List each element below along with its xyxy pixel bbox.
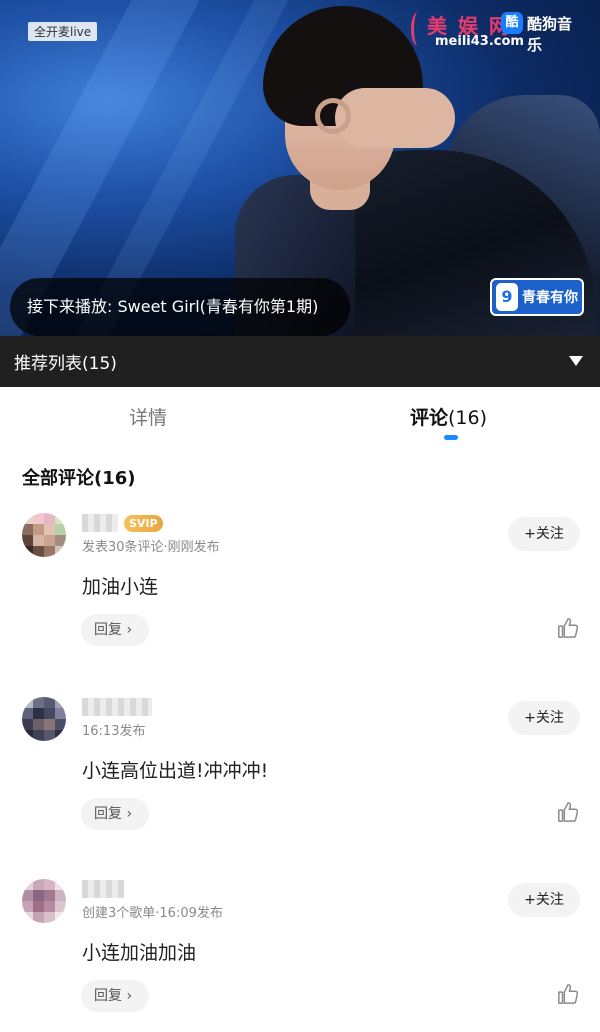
comment-text: 加油小连 xyxy=(82,576,159,598)
video-player[interactable]: 全开麦live 美 娱 网 meili43.com 酷 酷狗音乐 9 青春有你 … xyxy=(0,0,600,336)
tab-comments-label: 评论 xyxy=(410,407,449,429)
follow-button[interactable]: +关注 xyxy=(508,883,580,917)
comment-text: 小连加油加油 xyxy=(82,942,197,964)
tab-comments[interactable]: 评论(16) xyxy=(410,403,487,430)
svip-badge: SVIP xyxy=(124,515,163,532)
chevron-right-icon: › xyxy=(126,988,133,1004)
follow-button[interactable]: +关注 xyxy=(508,517,580,551)
comment-text: 小连高位出道!冲冲冲! xyxy=(82,760,269,782)
reply-label: 回复 xyxy=(94,622,122,638)
comment-item: 16:13发布 +关注 小连高位出道!冲冲冲! 回复 › xyxy=(0,697,600,857)
reply-label: 回复 xyxy=(94,988,122,1004)
avatar[interactable] xyxy=(22,879,66,923)
watermark-app-name: 酷狗音乐 xyxy=(527,15,573,54)
thumbs-up-icon[interactable] xyxy=(557,983,579,1005)
comment-meta: 16:13发布 xyxy=(82,724,146,739)
thumbs-up-icon[interactable] xyxy=(557,617,579,639)
reply-button[interactable]: 回复 › xyxy=(81,798,149,830)
show-logo: 9 青春有你 xyxy=(490,278,584,316)
username-redacted[interactable] xyxy=(82,514,118,532)
avatar[interactable] xyxy=(22,513,66,557)
username-redacted[interactable] xyxy=(82,880,124,898)
avatar[interactable] xyxy=(22,697,66,741)
reply-button[interactable]: 回复 › xyxy=(81,614,149,646)
comment-item: SVIP 发表30条评论·刚刚发布 +关注 加油小连 回复 › xyxy=(0,513,600,673)
username-redacted[interactable] xyxy=(82,698,152,716)
kugou-logo-icon: 酷 xyxy=(501,12,523,34)
watermark: 美 娱 网 meili43.com 酷 酷狗音乐 xyxy=(411,10,586,54)
comment-item: 创建3个歌单·16:09发布 +关注 小连加油加油 回复 › xyxy=(0,879,600,1032)
next-up-label: 接下来播放: xyxy=(27,297,113,316)
tab-details[interactable]: 详情 xyxy=(129,403,167,430)
all-comments-title: 全部评论(16) xyxy=(22,468,136,489)
next-up-banner[interactable]: 接下来播放: Sweet Girl(青春有你第1期) xyxy=(10,278,350,336)
follow-button[interactable]: +关注 xyxy=(508,701,580,735)
recommended-playlist-bar[interactable]: 推荐列表(15) xyxy=(0,336,600,387)
tab-bar: 详情 评论(16) xyxy=(0,387,600,445)
active-tab-indicator xyxy=(444,435,458,440)
show-logo-icon: 9 xyxy=(496,283,518,311)
reply-button[interactable]: 回复 › xyxy=(81,980,149,1012)
reply-label: 回复 xyxy=(94,806,122,822)
chevron-right-icon: › xyxy=(126,622,133,638)
tab-comments-count: (16) xyxy=(448,407,488,429)
comment-meta: 发表30条评论·刚刚发布 xyxy=(82,540,220,555)
next-up-title: Sweet Girl(青春有你第1期) xyxy=(117,297,319,316)
chevron-right-icon: › xyxy=(126,806,133,822)
comment-meta: 创建3个歌单·16:09发布 xyxy=(82,906,223,921)
playlist-label: 推荐列表(15) xyxy=(14,354,117,374)
thumbs-up-icon[interactable] xyxy=(557,801,579,823)
flower-icon xyxy=(411,12,425,46)
chevron-down-icon[interactable] xyxy=(569,356,583,366)
show-logo-text: 青春有你 xyxy=(522,290,578,306)
live-badge: 全开麦live xyxy=(28,22,98,41)
watermark-site-url: meili43.com xyxy=(435,34,524,49)
